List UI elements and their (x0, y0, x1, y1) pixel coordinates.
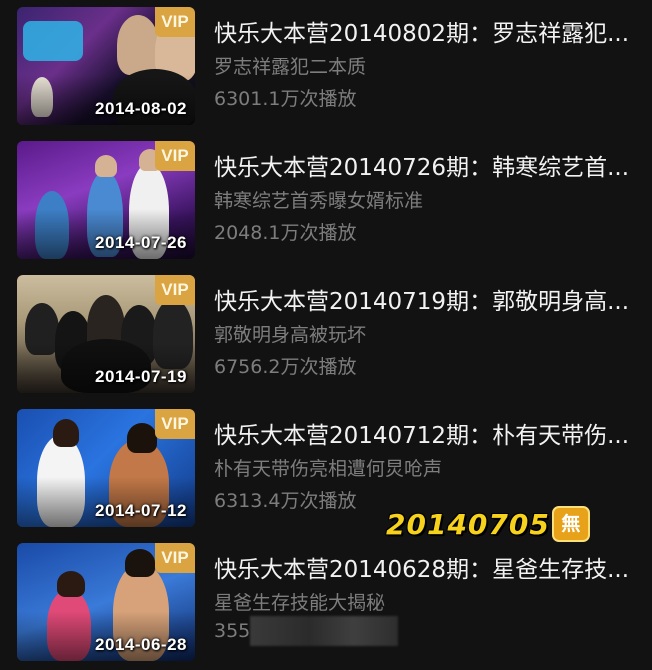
episode-subtitle: 罗志祥露犯二本质 (214, 56, 367, 78)
episode-date: 2014-07-19 (95, 367, 187, 386)
watermark-text: 20140705 (386, 507, 550, 541)
episode-item[interactable]: VIP 2014-08-02 快乐大本营20140802期：罗志祥露犯... 罗… (0, 0, 652, 134)
vip-badge: VIP (155, 409, 195, 439)
episode-title[interactable]: 快乐大本营20140726期：韩寒综艺首... (214, 148, 634, 182)
episode-subtitle: 郭敬明身高被玩坏 (214, 324, 367, 346)
episode-thumbnail[interactable]: VIP 2014-07-19 (17, 275, 195, 393)
play-count: 6756.2万次播放 (214, 356, 357, 378)
episode-date: 2014-06-28 (95, 635, 187, 654)
episode-date: 2014-08-02 (95, 99, 187, 118)
episode-subtitle: 朴有天带伤亮相遭何炅呛声 (214, 458, 443, 480)
episode-title[interactable]: 快乐大本营20140719期：郭敬明身高... (214, 282, 634, 316)
episode-title[interactable]: 快乐大本营20140628期：星爸生存技... (214, 550, 634, 584)
vip-badge: VIP (155, 141, 195, 171)
redacted-area (250, 616, 398, 646)
episode-item[interactable]: VIP 2014-07-26 快乐大本营20140726期：韩寒综艺首... 韩… (0, 134, 652, 268)
episode-title[interactable]: 快乐大本营20140712期：朴有天带伤... (214, 416, 634, 450)
play-count: 355 (214, 620, 251, 642)
watermark-overlay: 20140705 無 (386, 505, 590, 543)
episode-thumbnail[interactable]: VIP 2014-08-02 (17, 7, 195, 125)
vip-badge: VIP (155, 275, 195, 305)
episode-subtitle: 韩寒综艺首秀曝女婿标准 (214, 190, 424, 212)
play-count: 2048.1万次播放 (214, 222, 357, 244)
episode-item[interactable]: VIP 2014-07-19 快乐大本营20140719期：郭敬明身高... 郭… (0, 268, 652, 402)
episode-item[interactable]: VIP 2014-06-28 快乐大本营20140628期：星爸生存技... 星… (0, 536, 652, 670)
episode-thumbnail[interactable]: VIP 2014-07-12 (17, 409, 195, 527)
episode-thumbnail[interactable]: VIP 2014-07-26 (17, 141, 195, 259)
episode-subtitle: 星爸生存技能大揭秘 (214, 592, 386, 614)
vip-badge: VIP (155, 543, 195, 573)
vip-badge: VIP (155, 7, 195, 37)
episode-date: 2014-07-26 (95, 233, 187, 252)
play-count: 6301.1万次播放 (214, 88, 357, 110)
play-count: 6313.4万次播放 (214, 490, 357, 512)
episode-thumbnail[interactable]: VIP 2014-06-28 (17, 543, 195, 661)
episode-date: 2014-07-12 (95, 501, 187, 520)
episode-title[interactable]: 快乐大本营20140802期：罗志祥露犯... (214, 14, 634, 48)
watermark-badge: 無 (551, 506, 590, 542)
